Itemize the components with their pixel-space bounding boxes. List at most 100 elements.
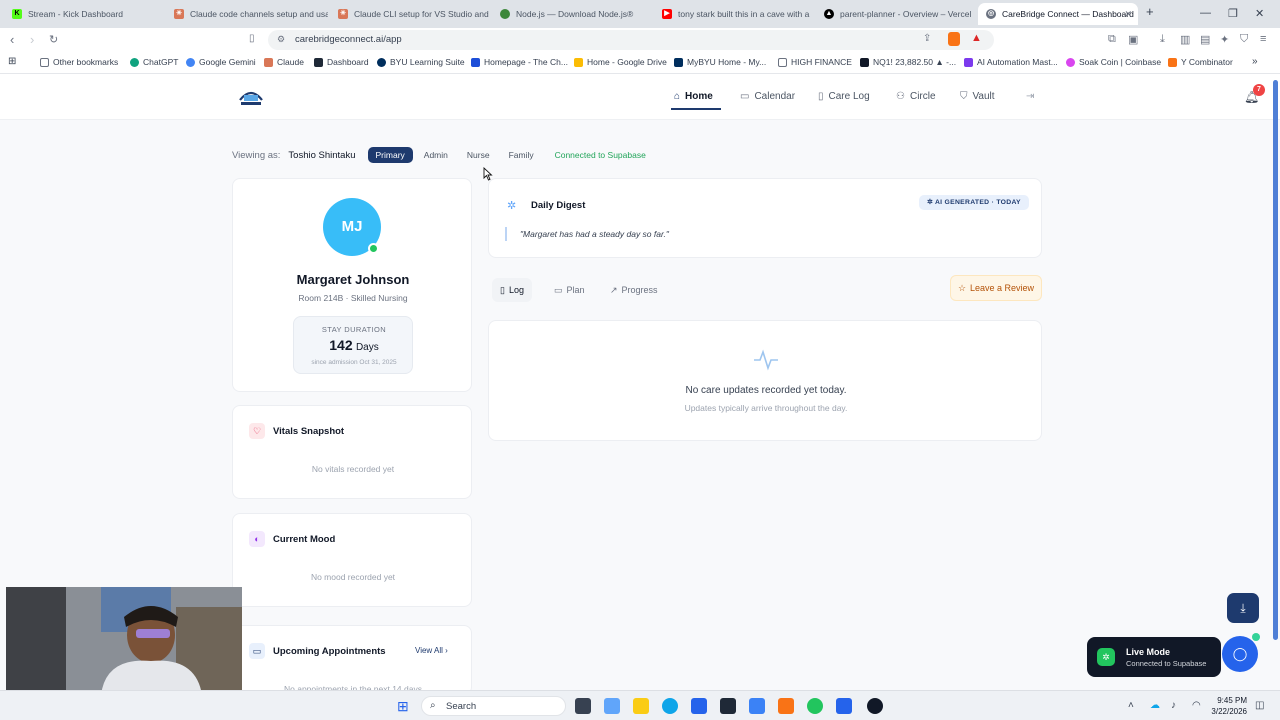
new-tab-button[interactable]: + [1146, 4, 1154, 19]
empty-state: No vitals recorded yet [311, 464, 395, 474]
logout-icon[interactable]: ⇥ [1026, 91, 1034, 102]
nav-circle[interactable]: ⚇ Circle [896, 91, 936, 102]
tab-plan[interactable]: ▭ Plan [546, 278, 593, 302]
widgets-icon[interactable] [604, 698, 620, 714]
bookmark-item[interactable]: BYU Learning Suite [377, 57, 465, 67]
scrollbar-thumb[interactable] [1273, 80, 1278, 640]
leave-review-button[interactable]: ☆ Leave a Review [950, 275, 1042, 301]
tab-log[interactable]: ▯ Log [492, 278, 532, 302]
menu-icon[interactable]: ≡ [1260, 33, 1266, 45]
role-admin-button[interactable]: Admin [416, 147, 456, 163]
chatgpt-icon [130, 57, 139, 67]
bookmark-item[interactable]: Home - Google Drive [574, 57, 667, 67]
nav-care-log[interactable]: ▯ Care Log [818, 91, 870, 102]
bookmark-item[interactable]: Claude [264, 57, 304, 67]
browser-tab-active[interactable]: ◎ CareBridge Connect — Dashboard ✕ [978, 3, 1138, 25]
terminal-icon[interactable] [720, 698, 736, 714]
taskbar-search[interactable]: ⌕ Search [421, 696, 566, 716]
downloads-icon[interactable]: ⤓ [1160, 33, 1165, 46]
tab-progress[interactable]: ↗ Progress [602, 278, 666, 302]
system-clock[interactable]: 9:45 PM 3/22/2026 [1201, 695, 1247, 717]
bookmark-item[interactable]: NQ1! 23,882.50 ▲ -... [860, 57, 956, 67]
role-primary-button[interactable]: Primary [367, 147, 413, 163]
search-icon: ⌕ [430, 700, 436, 711]
bookmark-item[interactable]: ChatGPT [130, 57, 178, 67]
file-explorer-icon[interactable] [633, 698, 649, 714]
bookmark-item[interactable]: MyBYU Home - My... [674, 57, 766, 67]
tab-title: tony stark built this in a cave with a [678, 9, 810, 19]
bookmark-item[interactable]: Dashboard [314, 57, 369, 67]
onedrive-icon[interactable]: ☁ [1150, 700, 1160, 711]
bookmark-item[interactable]: Google Gemini [186, 57, 256, 67]
tab-label: Plan [566, 285, 585, 295]
obs-icon[interactable] [867, 698, 883, 714]
browser-tab[interactable]: ▲ parent-planner - Overview – Vercel [816, 3, 976, 25]
close-window-icon[interactable]: ✕ [1255, 7, 1264, 20]
nav-calendar[interactable]: ▭ Calendar [740, 91, 795, 102]
nav-home[interactable]: ⌂ Home [674, 91, 713, 102]
vscode-icon[interactable] [836, 698, 852, 714]
wallet-icon[interactable]: ▣ [1128, 33, 1138, 46]
browser-tab[interactable]: ✳ Claude code channels setup and usa [166, 3, 328, 25]
apps-icon[interactable]: ⊞ [8, 56, 16, 67]
chat-button[interactable]: ◯ [1222, 636, 1258, 672]
brave-rewards-icon[interactable]: ▲ [971, 32, 982, 44]
close-tab-icon[interactable]: ✕ [1124, 9, 1132, 20]
sidebar-icon[interactable]: ▥ [1180, 33, 1190, 46]
wifi-icon[interactable]: ◠ [1192, 700, 1201, 711]
bookmark-folder[interactable]: Other bookmarks [40, 57, 118, 67]
back-icon[interactable]: ‹ [10, 32, 14, 47]
extensions-icon[interactable]: ⧉ [1108, 33, 1116, 46]
microphone-icon[interactable]: ♪ [1171, 700, 1176, 711]
share-icon[interactable]: ⇪ [923, 33, 931, 44]
vpn-icon[interactable]: ⛉ [1240, 33, 1248, 46]
bookmark-item[interactable]: Soak Coin | Coinbase [1066, 57, 1161, 67]
address-bar[interactable]: ⚙ carebridgeconnect.ai/app ⇪ ▲ [268, 30, 994, 50]
brave-icon[interactable] [778, 698, 794, 714]
notifications-icon[interactable]: ◫ [1255, 700, 1264, 711]
page-scrollbar[interactable] [1273, 80, 1279, 686]
bookmark-item[interactable]: Homepage - The Ch... [471, 57, 568, 67]
tab-title: Claude CLI setup for VS Studio and C [354, 9, 490, 19]
download-button[interactable]: ⤓ [1227, 593, 1259, 623]
browser-tab[interactable]: ✳ Claude CLI setup for VS Studio and C [330, 3, 490, 25]
forward-icon[interactable]: › [30, 32, 34, 47]
view-all-link[interactable]: View All › [415, 646, 448, 655]
task-view-icon[interactable] [575, 698, 591, 714]
more-bookmarks-icon[interactable]: » [1252, 56, 1258, 67]
webcam-overlay [6, 587, 242, 695]
patient-room: Room 214B · Skilled Nursing [298, 293, 408, 303]
vs-icon[interactable] [749, 698, 765, 714]
sparkle-icon: ✲ [927, 199, 935, 206]
reload-icon[interactable]: ↻ [49, 33, 58, 46]
windows-start-icon[interactable]: ⊞ [397, 698, 409, 715]
nav-vault[interactable]: ⛉ Vault [960, 91, 995, 102]
bookmark-item[interactable]: Y Combinator [1168, 57, 1233, 67]
activity-pulse-icon [754, 349, 778, 371]
edge-icon[interactable] [662, 698, 678, 714]
chrome-icon[interactable] [807, 698, 823, 714]
brave-shield-icon[interactable] [948, 32, 960, 46]
bookmark-folder[interactable]: HIGH FINANCE [778, 57, 852, 67]
store-icon[interactable] [691, 698, 707, 714]
leo-ai-icon[interactable]: ✦ [1220, 33, 1229, 46]
admission-date: since admission Oct 31, 2025 [311, 359, 397, 366]
tray-overflow-icon[interactable]: ˄ [1128, 700, 1134, 711]
reader-icon[interactable]: ▤ [1200, 33, 1210, 46]
carebridge-logo[interactable] [238, 85, 264, 107]
restore-icon[interactable]: ❐ [1228, 7, 1238, 20]
star-icon: ☆ [957, 282, 967, 293]
bookmark-item[interactable]: AI Automation Mast... [964, 57, 1058, 67]
bookmark-icon[interactable]: ▯ [249, 33, 255, 44]
browser-tab[interactable]: K Stream - Kick Dashboard [4, 3, 164, 25]
minimize-icon[interactable]: — [1200, 7, 1211, 19]
site-info-icon[interactable]: ⚙ [277, 34, 285, 45]
bookmark-label: HIGH FINANCE [791, 57, 852, 67]
stay-duration-value: 142 Days [294, 337, 414, 353]
browser-tab[interactable]: Node.js — Download Node.js® [492, 3, 652, 25]
role-nurse-button[interactable]: Nurse [459, 147, 498, 163]
heart-icon: ♡ [249, 423, 265, 439]
role-family-button[interactable]: Family [501, 147, 542, 163]
browser-tab[interactable]: ▶ tony stark built this in a cave with a [654, 3, 814, 25]
trending-up-icon: ↗ [610, 284, 618, 295]
